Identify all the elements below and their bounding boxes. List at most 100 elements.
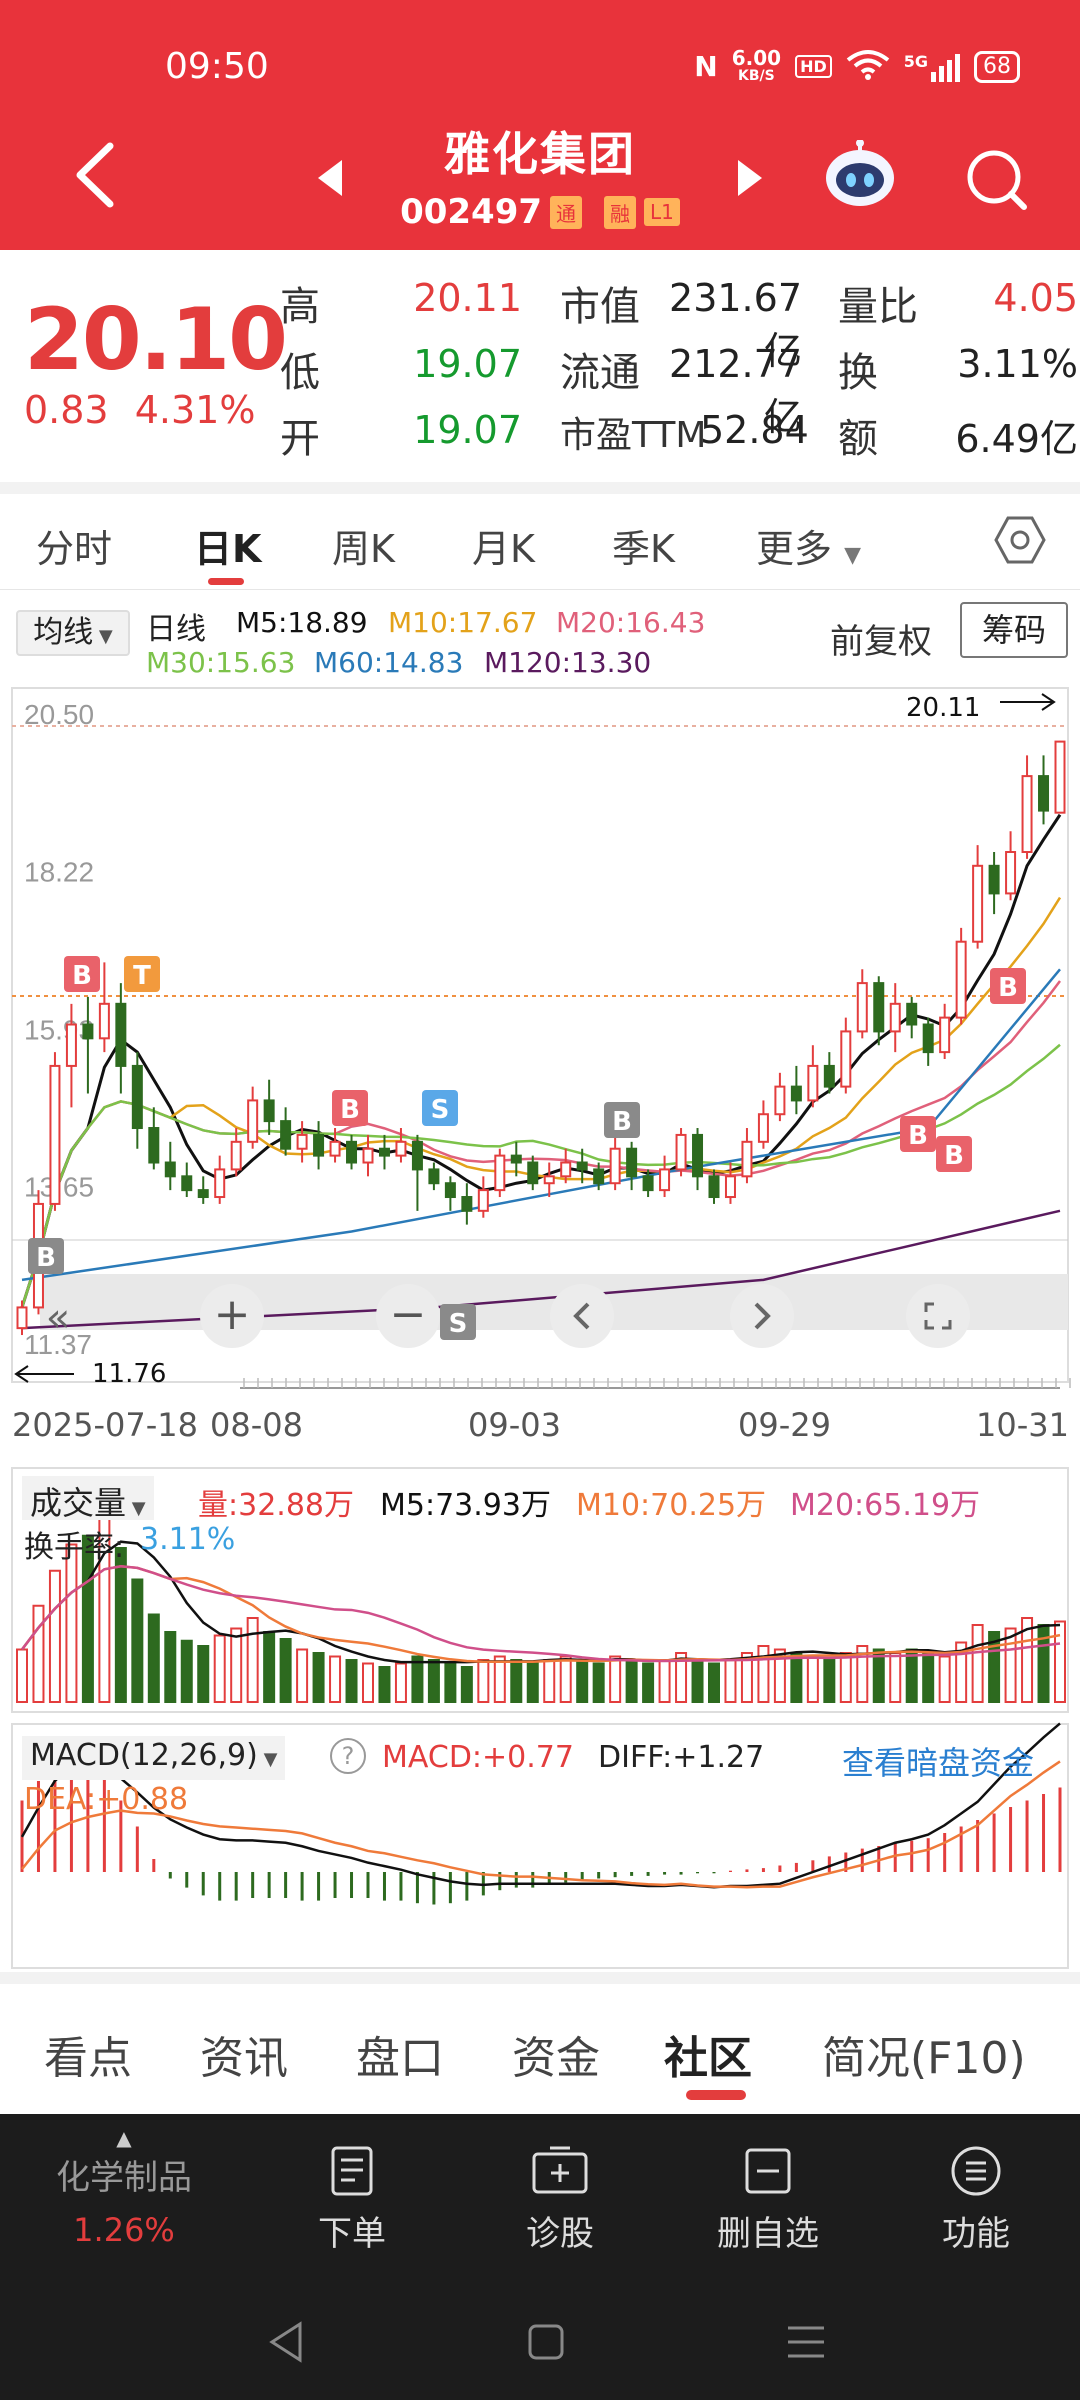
- volume-bar: [1004, 1627, 1017, 1703]
- kline-chart[interactable]: 20.5018.2215.9313.6511.37 2025-07-1808-0…: [0, 684, 1080, 1474]
- zoom-in-button[interactable]: +: [200, 1284, 264, 1348]
- tab-intraday[interactable]: 分时: [36, 518, 112, 573]
- caret-down-icon: ▼: [93, 626, 113, 647]
- dea-value: DEA:+0.88: [24, 1782, 189, 1817]
- ai-robot-icon[interactable]: [822, 139, 898, 210]
- tab-monthly-k[interactable]: 月K: [472, 518, 535, 573]
- volume-bar: [543, 1659, 556, 1703]
- sector-button[interactable]: ▲ 化学制品 1.26%: [44, 2126, 204, 2249]
- candle-body: [757, 1113, 769, 1143]
- pe-ttm-label: 市盈TTM: [560, 415, 707, 456]
- volume-bar: [131, 1578, 144, 1703]
- diagnose-button[interactable]: 诊股: [480, 2144, 640, 2255]
- menu-button[interactable]: 功能: [896, 2144, 1056, 2255]
- next-stock-arrow-icon[interactable]: [738, 160, 762, 196]
- open-value: 19.07: [413, 408, 522, 452]
- quote-panel: 20.10 0.83 4.31% 高 20.11 市值 231.67亿 量比 4…: [0, 252, 1080, 482]
- candle-body: [856, 982, 868, 1033]
- macd-value: MACD:+0.77: [382, 1740, 574, 1775]
- volume-bar: [197, 1645, 210, 1703]
- volume-bar: [889, 1652, 902, 1703]
- search-icon[interactable]: [962, 145, 1032, 215]
- volume-indicator-selector[interactable]: 成交量 ▼: [22, 1476, 154, 1522]
- diagnose-label: 诊股: [526, 2214, 594, 2254]
- info-tabs: 看点 资讯 盘口 资金 社区 简况(F10): [0, 1972, 1080, 2100]
- candle-body: [675, 1133, 687, 1171]
- nav-recents-icon[interactable]: [784, 2322, 828, 2362]
- hd-icon: HD: [795, 55, 832, 78]
- ma-legend: 均线 ▼ 日线 M5:18.89 M10:17.67 M20:16.43 M30…: [0, 592, 1080, 682]
- signal-text: B: [944, 1141, 964, 1171]
- back-button[interactable]: [70, 140, 120, 210]
- volume-bar: [147, 1613, 160, 1703]
- candle-body: [82, 1023, 94, 1040]
- help-icon[interactable]: ?: [330, 1738, 366, 1774]
- volume-bar: [1054, 1620, 1066, 1703]
- volume-bar: [757, 1645, 770, 1703]
- tab-highlights[interactable]: 看点: [44, 2022, 132, 2086]
- nav-back-icon[interactable]: [266, 2320, 306, 2364]
- volume-bar: [823, 1659, 836, 1703]
- volume-bar: [312, 1652, 325, 1703]
- candle-body: [939, 1016, 951, 1054]
- candle-body: [477, 1189, 489, 1212]
- chevron-left-icon: [573, 1302, 590, 1330]
- candle-body: [247, 1099, 259, 1143]
- tab-news[interactable]: 资讯: [200, 2022, 288, 2086]
- candle-body: [955, 940, 967, 1019]
- candle-body: [428, 1168, 440, 1185]
- signal-text: B: [998, 973, 1018, 1003]
- dark-pool-link[interactable]: 查看暗盘资金: [842, 1738, 1034, 1784]
- fullscreen-button[interactable]: [906, 1284, 970, 1348]
- status-icons: N 6.00 KB/S HD 5G 68: [694, 48, 1020, 85]
- tab-orderbook[interactable]: 盘口: [356, 2022, 444, 2086]
- candle-body: [510, 1154, 522, 1164]
- double-chevron-left-icon[interactable]: «: [28, 1288, 88, 1348]
- volume-bar: [576, 1659, 589, 1703]
- volume-bar: [559, 1655, 572, 1703]
- kline-svg: 20.5018.2215.9313.6511.37 2025-07-1808-0…: [11, 687, 1071, 1444]
- ma120-value: M120:13.30: [484, 646, 652, 679]
- chips-button[interactable]: 筹码: [960, 602, 1068, 658]
- remove-watchlist-button[interactable]: 删自选: [688, 2144, 848, 2255]
- candle-body: [411, 1140, 423, 1171]
- tab-quarterly-k[interactable]: 季K: [612, 518, 675, 573]
- tab-more[interactable]: 更多 ▼: [756, 518, 861, 573]
- net-speed-unit: KB/S: [738, 67, 775, 84]
- candle-body: [346, 1140, 358, 1164]
- active-info-tab-indicator: [686, 2090, 746, 2100]
- volume-bar: [230, 1627, 243, 1703]
- candle-body: [395, 1140, 407, 1157]
- scroll-right-button[interactable]: [730, 1284, 794, 1348]
- high-price-label: 20.11: [906, 693, 980, 723]
- market-cap-label: 市值: [560, 284, 640, 330]
- volume-ma20-line: [21, 1564, 1061, 1663]
- caret-down-icon: ▼: [257, 1749, 278, 1770]
- settings-hexagon-icon[interactable]: [994, 514, 1046, 570]
- candle-body: [527, 1161, 539, 1185]
- nav-home-icon[interactable]: [526, 2322, 566, 2362]
- tab-daily-k[interactable]: 日K: [194, 518, 261, 573]
- zoom-out-button[interactable]: −: [376, 1284, 440, 1348]
- scroll-left-button[interactable]: [550, 1284, 614, 1348]
- tab-community[interactable]: 社区: [664, 2022, 752, 2086]
- candle-body: [148, 1127, 160, 1164]
- macd-indicator-selector[interactable]: MACD(12,26,9) ▼: [22, 1736, 286, 1780]
- adjust-mode[interactable]: 前复权: [830, 614, 932, 663]
- price-change: 0.83 4.31%: [24, 388, 255, 432]
- candle-body: [263, 1099, 275, 1123]
- low-price-label: 11.76: [92, 1359, 166, 1389]
- candle-body: [840, 1030, 852, 1088]
- volume-bar: [790, 1652, 803, 1703]
- tab-funds[interactable]: 资金: [512, 2022, 600, 2086]
- ma-selector[interactable]: 均线 ▼: [16, 610, 130, 656]
- order-button[interactable]: 下单: [272, 2144, 432, 2255]
- tab-f10[interactable]: 简况(F10): [822, 2022, 1026, 2086]
- volume-bar: [922, 1652, 935, 1703]
- tab-weekly-k[interactable]: 周K: [332, 518, 395, 573]
- x-tick-label: 09-03: [468, 1406, 561, 1444]
- float-cap-label: 流通: [560, 350, 640, 396]
- volume-bar: [691, 1659, 704, 1703]
- volume-selector-label: 成交量: [30, 1484, 127, 1522]
- ma20-value: M20:16.43: [556, 606, 706, 639]
